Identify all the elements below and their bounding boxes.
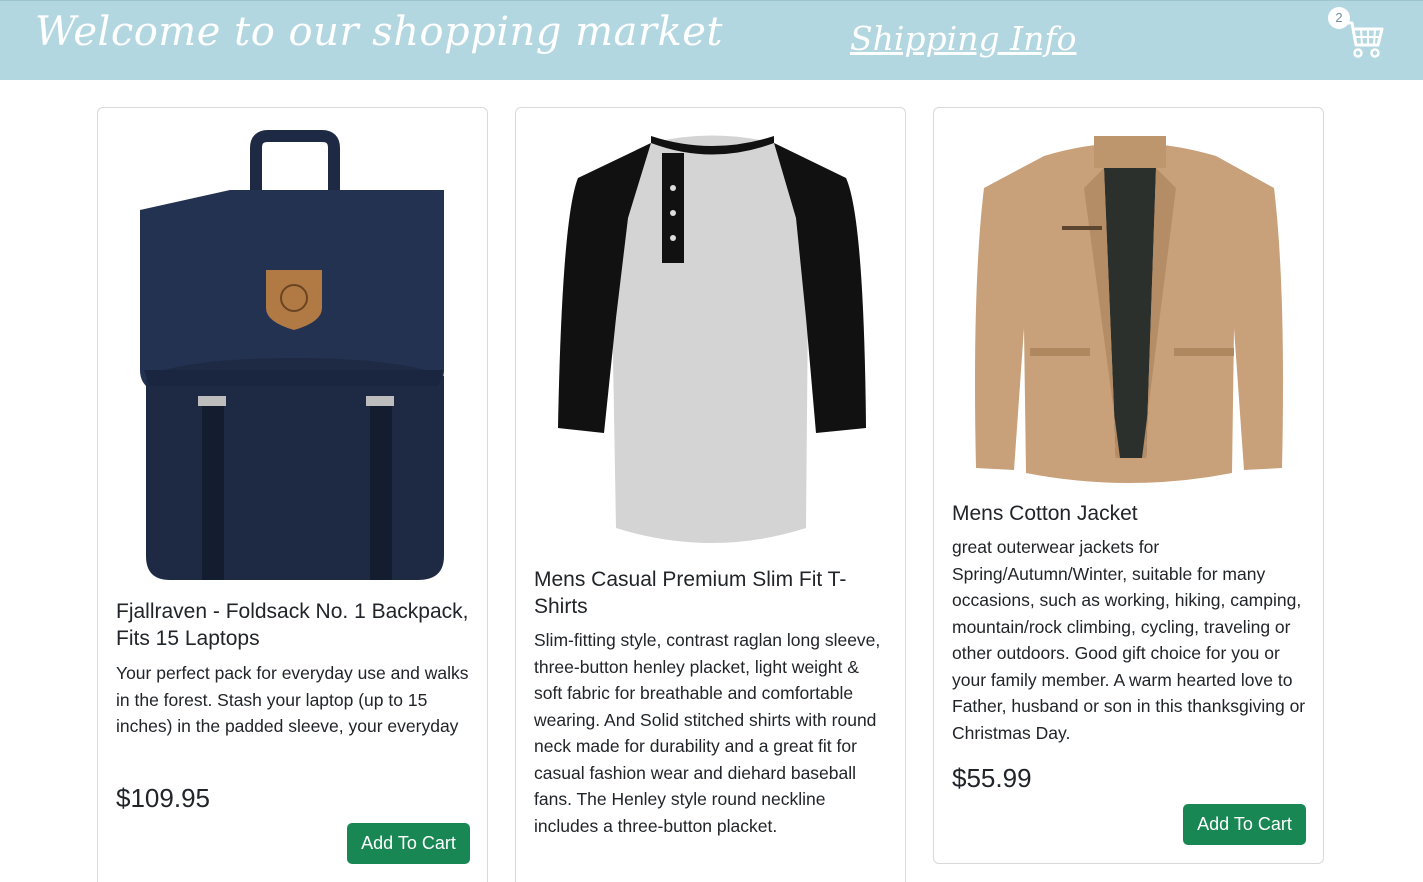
product-title: Fjallraven - Foldsack No. 1 Backpack, Fi…: [116, 600, 469, 650]
cart-button[interactable]: 2: [1326, 5, 1390, 63]
product-title: Mens Casual Premium Slim Fit T-Shirts: [534, 568, 847, 618]
product-title: Mens Cotton Jacket: [952, 502, 1138, 525]
shopping-cart-icon: [1346, 21, 1384, 58]
product-price: $109.95: [116, 783, 210, 813]
product-card: Mens Casual Premium Slim Fit T-Shirts Sl…: [515, 107, 906, 882]
product-card: Fjallraven - Foldsack No. 1 Backpack, Fi…: [97, 107, 488, 882]
product-image-tshirt: [558, 135, 866, 543]
product-image-jacket: [975, 136, 1283, 483]
product-description: Your perfect pack for everyday use and w…: [116, 663, 469, 736]
shipping-info-link[interactable]: Shipping Info: [850, 19, 1076, 58]
site-brand[interactable]: Welcome to our shopping market: [35, 9, 723, 55]
add-to-cart-button[interactable]: Add To Cart: [347, 823, 470, 864]
product-description: Slim-fitting style, contrast raglan long…: [534, 630, 881, 836]
add-to-cart-button[interactable]: Add To Cart: [1183, 804, 1306, 845]
product-image-backpack: [140, 130, 444, 580]
product-price: $55.99: [952, 763, 1032, 793]
top-navbar: Welcome to our shopping market Shipping …: [0, 0, 1423, 80]
product-description: great outerwear jackets for Spring/Autum…: [952, 537, 1306, 743]
product-card: Mens Cotton Jacket great outerwear jacke…: [933, 107, 1324, 864]
